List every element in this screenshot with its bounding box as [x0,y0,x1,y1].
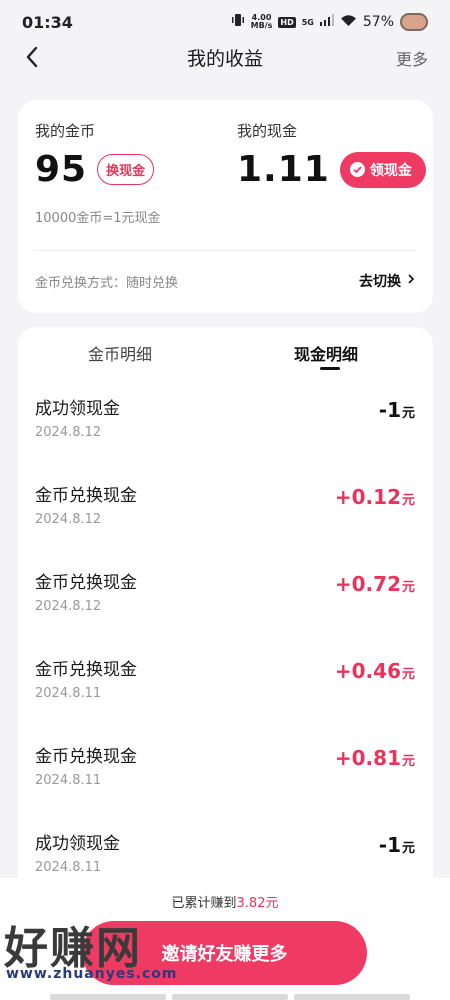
coin-section: 我的金币 95 换现金 [35,120,155,190]
total-earned-value: 3.82元 [236,896,279,911]
net-speed-unit: MB/s [250,21,273,30]
network-type: 5G [301,17,314,27]
transaction-amount-value: -1 [378,398,401,422]
transaction-row: 金币兑换现金 2024.8.12 +0.72元 [18,568,433,655]
check-icon [349,162,365,177]
coin-label: 我的金币 [35,122,96,140]
chevron-right-icon [407,273,415,289]
transaction-date: 2024.8.11 [35,773,102,788]
transaction-amount-value: +0.46 [334,659,401,683]
switch-mode-label: 去切换 [359,274,401,290]
transaction-date: 2024.8.12 [35,512,102,527]
total-earned: 已累计赚到3.82元 [0,892,450,911]
exchange-mode-text: 金币兑换方式：随时兑换 [35,276,179,291]
withdraw-cash-label: 领现金 [369,162,412,179]
transaction-amount: +0.81元 [335,746,415,770]
transaction-amount-unit: 元 [401,667,415,682]
transaction-title: 成功领现金 [35,399,120,419]
transaction-amount-unit: 元 [401,493,415,508]
status-avatar-icon [400,13,428,31]
transaction-amount-value: -1 [378,833,401,857]
cash-section: 我的现金 1.11 领现金 [237,120,426,190]
tab-coin-detail[interactable]: 金币明细 [88,341,152,365]
transaction-amount: -1元 [379,833,415,857]
transaction-row: 金币兑换现金 2024.8.11 +0.46元 [18,655,433,742]
tab-cash-detail[interactable]: 现金明细 [294,341,358,365]
transaction-amount-unit: 元 [401,580,415,595]
hd-badge: HD [278,16,296,28]
cash-value: 1.11 [237,149,330,190]
vibrate-icon [231,13,245,31]
transaction-amount-value: +0.12 [334,485,401,509]
cash-label: 我的现金 [237,122,298,140]
divider [35,250,416,251]
withdraw-cash-button[interactable]: 领现金 [339,151,426,188]
switch-mode-link[interactable]: 去切换 [359,271,415,291]
detail-tabs: 金币明细 现金明细 [18,327,433,377]
transaction-title: 金币兑换现金 [35,747,137,767]
transaction-amount-unit: 元 [401,754,415,769]
battery-level: 57% [362,14,394,30]
transaction-amount: +0.46元 [335,659,415,683]
net-speed: 4.00 MB/s [251,14,273,30]
active-tab-indicator [320,367,340,370]
transaction-row: 成功领现金 2024.8.12 -1元 [18,394,433,481]
transaction-date: 2024.8.12 [35,599,102,614]
total-earned-prefix: 已累计赚到 [171,896,237,911]
transaction-amount-value: +0.81 [334,746,401,770]
status-icons: 4.00 MB/s HD 5G 57% [231,13,428,31]
transaction-title: 成功领现金 [35,834,120,854]
transaction-title: 金币兑换现金 [35,486,137,506]
wifi-icon [340,14,357,31]
transaction-amount-value: +0.72 [334,572,401,596]
nav-bar: 我的收益 更多 [0,40,450,74]
transaction-date: 2024.8.12 [35,425,102,440]
status-time: 01:34 [22,12,73,32]
watermark-url: www.zhuanyes.com [6,966,178,982]
transactions-card: 金币明细 现金明细 成功领现金 2024.8.12 -1元 金币兑换现金 2024.8.… [18,327,433,927]
transaction-amount: -1元 [379,398,415,422]
status-bar: 01:34 4.00 MB/s HD 5G 57% [0,0,450,44]
exchange-rate-note: 10000金币=1元现金 [35,211,161,226]
transaction-row: 金币兑换现金 2024.8.11 +0.81元 [18,742,433,829]
transaction-title: 金币兑换现金 [35,573,137,593]
signal-icon [319,14,334,30]
transaction-row: 金币兑换现金 2024.8.12 +0.12元 [18,481,433,568]
transaction-amount: +0.12元 [335,485,415,509]
transaction-date: 2024.8.11 [35,860,102,875]
exchange-cash-button[interactable]: 换现金 [97,154,155,185]
earnings-summary-card: 我的金币 95 换现金 我的现金 1.11 领现金 10000金币=1元现金 金… [18,100,433,313]
site-watermark: 好赚网 www.zhuanyes.com [0,910,178,1000]
page-title: 我的收益 [186,47,263,70]
transaction-amount-unit: 元 [401,841,415,856]
back-icon[interactable] [20,42,50,72]
transaction-amount-unit: 元 [401,406,415,421]
coin-value: 95 [35,149,88,190]
transaction-date: 2024.8.11 [35,686,102,701]
transaction-amount: +0.72元 [335,572,415,596]
more-button[interactable]: 更多 [396,46,428,70]
transaction-title: 金币兑换现金 [35,660,137,680]
